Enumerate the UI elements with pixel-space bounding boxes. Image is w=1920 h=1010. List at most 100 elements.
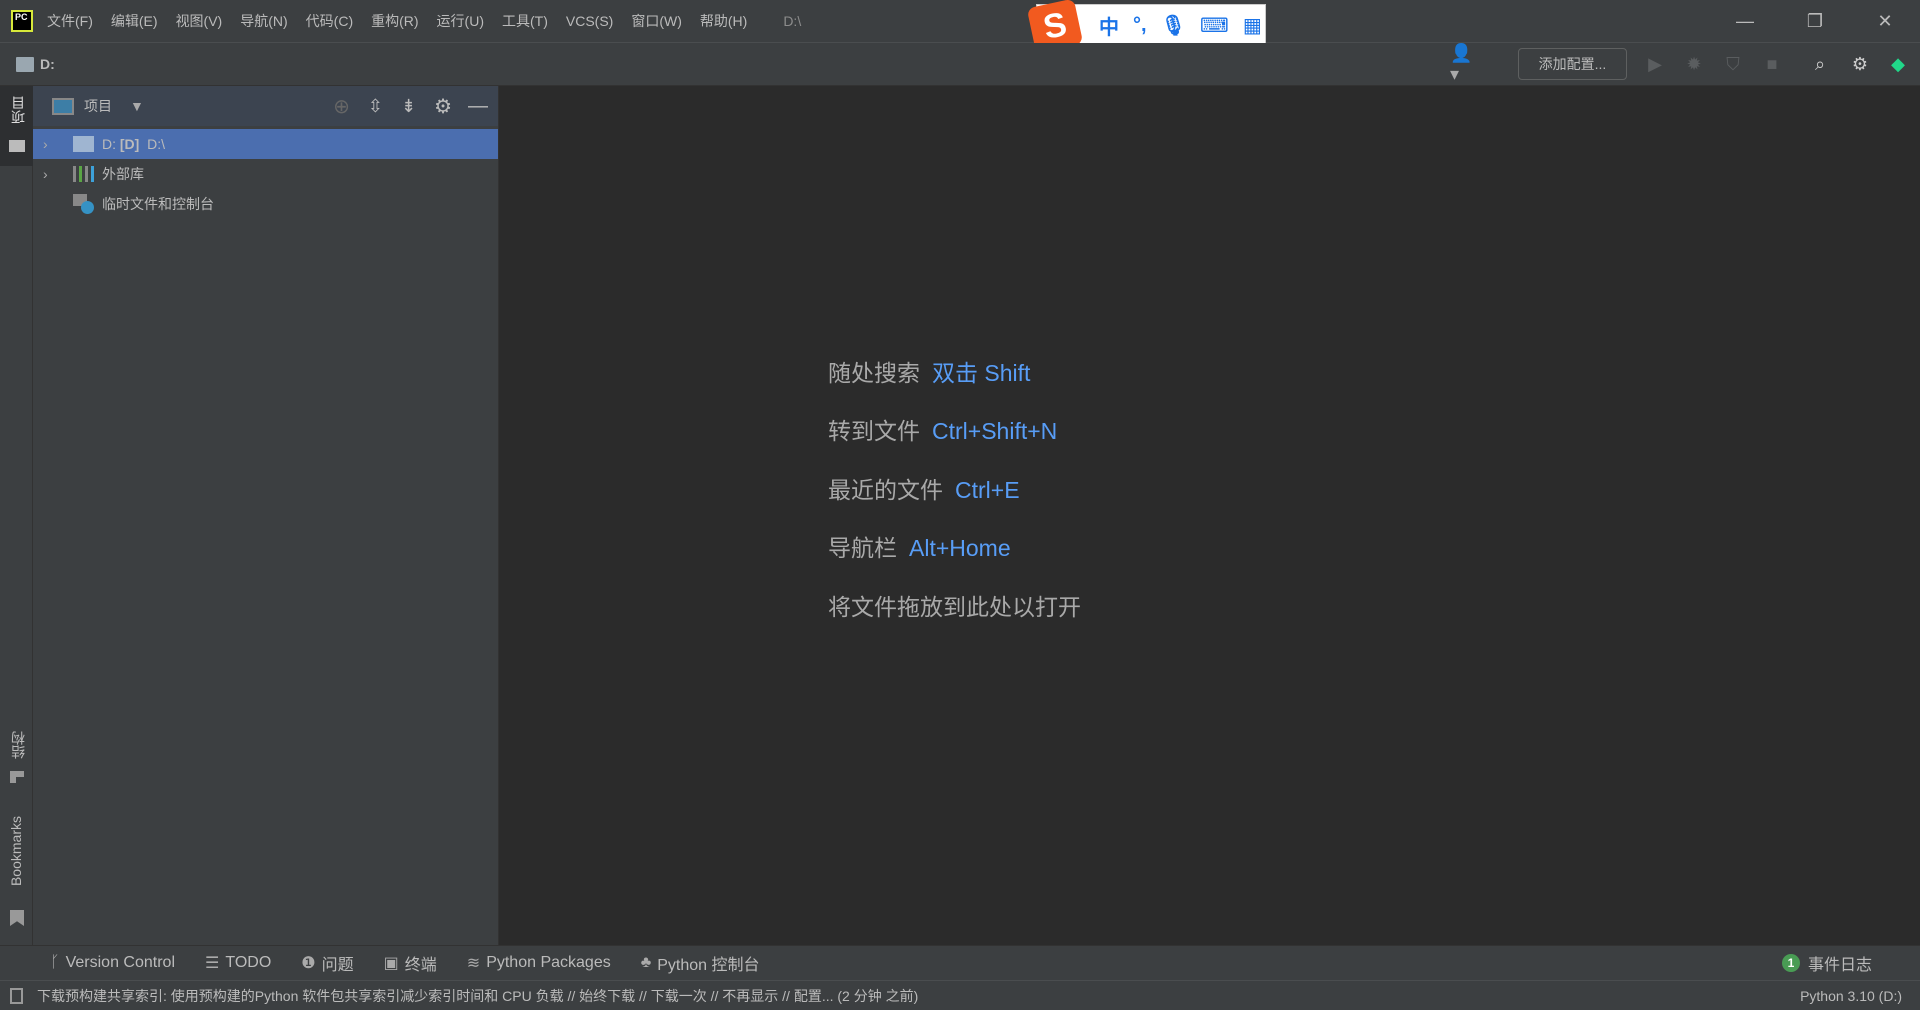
editor-empty-area: 随处搜索 双击 Shift 转到文件 Ctrl+Shift+N 最近的文件 Ctrl+… bbox=[500, 86, 1920, 945]
hint-shortcut: 双击 Shift bbox=[932, 360, 1031, 386]
hint-shortcut: Ctrl+Shift+N bbox=[932, 418, 1058, 444]
tool-version-control[interactable]: ᚴ Version Control bbox=[50, 954, 175, 972]
menu-code[interactable]: 代码(C) bbox=[306, 11, 353, 31]
bookmarks-tab[interactable]: Bookmarks bbox=[8, 816, 24, 886]
status-message[interactable]: 下载预构建共享索引: 使用预构建的Python 软件包共享索引减少索引时间和 C… bbox=[37, 986, 918, 1006]
tree-item-scratches[interactable]: 临时文件和控制台 bbox=[33, 189, 498, 219]
list-icon: ☰ bbox=[205, 955, 220, 972]
problem-icon: ❶ bbox=[301, 955, 316, 972]
run-icon[interactable]: ▶ bbox=[1643, 52, 1667, 76]
mic-icon[interactable]: 🎙 bbox=[1161, 13, 1186, 38]
collapse-all-icon[interactable]: ⇟ bbox=[401, 96, 416, 117]
title-bar: PC 文件(F) 编辑(E) 视图(V) 导航(N) 代码(C) 重构(R) 运… bbox=[0, 0, 1920, 43]
menu-run[interactable]: 运行(U) bbox=[437, 11, 484, 31]
tool-event-log[interactable]: 1 事件日志 bbox=[1781, 951, 1872, 975]
chevron-right-icon[interactable]: › bbox=[43, 136, 59, 152]
search-icon[interactable]: ⌕ bbox=[1808, 52, 1832, 76]
close-button[interactable]: ✕ bbox=[1855, 0, 1915, 43]
menu-vcs[interactable]: VCS(S) bbox=[566, 13, 613, 29]
folder-icon bbox=[9, 140, 25, 152]
chevron-right-icon[interactable]: › bbox=[43, 166, 59, 182]
menu-tools[interactable]: 工具(T) bbox=[502, 11, 548, 31]
tool-label: 问题 bbox=[321, 957, 354, 974]
hide-icon[interactable]: — bbox=[468, 95, 488, 118]
tool-problems[interactable]: ❶ 问题 bbox=[301, 951, 353, 975]
left-tool-stripe: 项目 结构 Bookmarks bbox=[0, 86, 33, 945]
hint-drop-files: 将文件拖放到此处以打开 bbox=[828, 588, 1081, 622]
tool-todo[interactable]: ☰ TODO bbox=[205, 953, 271, 973]
breadcrumb[interactable]: D: bbox=[40, 56, 55, 72]
tool-window-bar: ᚴ Version Control ☰ TODO ❶ 问题 ▣ 终端 ≋ Python P… bbox=[0, 945, 1920, 980]
tree-item-module: [D] bbox=[119, 136, 140, 152]
terminal-icon: ▣ bbox=[383, 955, 399, 972]
ime-punct[interactable]: °, bbox=[1133, 14, 1147, 37]
folder-icon bbox=[16, 56, 34, 72]
tool-python-packages[interactable]: ≋ Python Packages bbox=[467, 953, 611, 973]
tool-terminal[interactable]: ▣ 终端 bbox=[384, 951, 437, 975]
hint-label: 最近的文件 bbox=[828, 477, 943, 503]
hint-goto-file: 转到文件 Ctrl+Shift+N bbox=[828, 412, 1057, 446]
ime-toolbar[interactable]: S 中 °, 🎙 ⌨ ▦ bbox=[1026, 0, 1266, 54]
structure-icon bbox=[10, 771, 24, 783]
hint-navigation-bar: 导航栏 Alt+Home bbox=[828, 529, 1011, 563]
toggle-tool-windows-icon[interactable] bbox=[10, 987, 23, 1004]
menu-view[interactable]: 视图(V) bbox=[176, 11, 223, 31]
add-configuration-button[interactable]: 添加配置... bbox=[1518, 48, 1627, 80]
expand-all-icon[interactable]: ⇳ bbox=[368, 96, 383, 117]
tool-label: 事件日志 bbox=[1807, 957, 1872, 974]
menu-help[interactable]: 帮助(H) bbox=[700, 11, 747, 31]
tool-label: Python 控制台 bbox=[657, 957, 760, 974]
jetbrains-toolbox-icon[interactable]: ◆ bbox=[1886, 52, 1910, 76]
tree-item-name: D: bbox=[102, 136, 116, 152]
apps-icon[interactable]: ▦ bbox=[1243, 13, 1262, 38]
tool-label: 终端 bbox=[404, 957, 437, 974]
project-tab[interactable]: 项目 bbox=[0, 86, 33, 166]
gear-icon[interactable]: ⚙ bbox=[1848, 52, 1872, 76]
restore-button[interactable]: ❐ bbox=[1785, 0, 1845, 43]
navigation-bar: D: bbox=[0, 43, 1920, 86]
python-icon: ♣ bbox=[640, 954, 652, 971]
hint-label: 转到文件 bbox=[828, 418, 920, 444]
branch-icon: ᚴ bbox=[50, 954, 60, 971]
chevron-down-icon[interactable]: ▼ bbox=[130, 98, 144, 114]
coverage-icon[interactable]: ⛉ bbox=[1721, 52, 1745, 76]
ime-mode[interactable]: 中 bbox=[1099, 11, 1119, 40]
tool-label: Python Packages bbox=[486, 954, 611, 971]
hint-search-everywhere: 随处搜索 双击 Shift bbox=[828, 354, 1030, 388]
keyboard-icon[interactable]: ⌨ bbox=[1200, 13, 1229, 38]
hint-label: 导航栏 bbox=[828, 535, 897, 561]
layers-icon: ≋ bbox=[466, 955, 481, 972]
gear-icon[interactable]: ⚙ bbox=[434, 94, 452, 119]
event-count-badge: 1 bbox=[1781, 954, 1800, 972]
hint-label: 随处搜索 bbox=[828, 360, 920, 386]
menu-edit[interactable]: 编辑(E) bbox=[111, 11, 158, 31]
tree-item-d-drive[interactable]: › D: [D] D:\ bbox=[33, 129, 498, 159]
tool-python-console[interactable]: ♣ Python 控制台 bbox=[641, 951, 760, 975]
user-icon[interactable]: 👤▾ bbox=[1450, 43, 1474, 84]
project-view-title[interactable]: 项目 bbox=[84, 96, 112, 116]
project-tab-label: 项目 bbox=[10, 96, 26, 124]
hint-shortcut: Alt+Home bbox=[909, 535, 1011, 561]
locate-icon[interactable]: ⊕ bbox=[333, 94, 350, 119]
project-view-icon bbox=[52, 97, 74, 115]
project-panel-header: 项目 ▼ ⊕ ⇳ ⇟ ⚙ — bbox=[33, 86, 498, 126]
debug-icon[interactable]: ✹ bbox=[1682, 52, 1706, 76]
menu-file[interactable]: 文件(F) bbox=[47, 11, 93, 31]
tree-item-name: 外部库 bbox=[102, 166, 144, 182]
stop-icon[interactable]: ■ bbox=[1760, 52, 1784, 76]
tree-item-external-libraries[interactable]: › 外部库 bbox=[33, 159, 498, 189]
minimize-button[interactable]: — bbox=[1715, 0, 1775, 43]
status-bar: 下载预构建共享索引: 使用预构建的Python 软件包共享索引减少索引时间和 C… bbox=[0, 980, 1920, 1010]
project-panel: 项目 ▼ ⊕ ⇳ ⇟ ⚙ — › D: [D] D:\ › 外部库 临时文件和控… bbox=[33, 86, 499, 945]
pycharm-logo: PC bbox=[11, 10, 33, 32]
menu-refactor[interactable]: 重构(R) bbox=[371, 11, 418, 31]
interpreter-selector[interactable]: Python 3.10 (D:) bbox=[1800, 988, 1902, 1004]
tree-item-path: D:\ bbox=[147, 136, 165, 152]
structure-tab[interactable]: 结构 bbox=[8, 731, 28, 759]
window-path: D:\ bbox=[783, 13, 802, 29]
scratch-clock-icon bbox=[73, 194, 94, 214]
menu-navigate[interactable]: 导航(N) bbox=[240, 11, 287, 31]
hint-shortcut: Ctrl+E bbox=[955, 477, 1020, 503]
folder-icon bbox=[73, 136, 94, 152]
menu-window[interactable]: 窗口(W) bbox=[631, 11, 682, 31]
